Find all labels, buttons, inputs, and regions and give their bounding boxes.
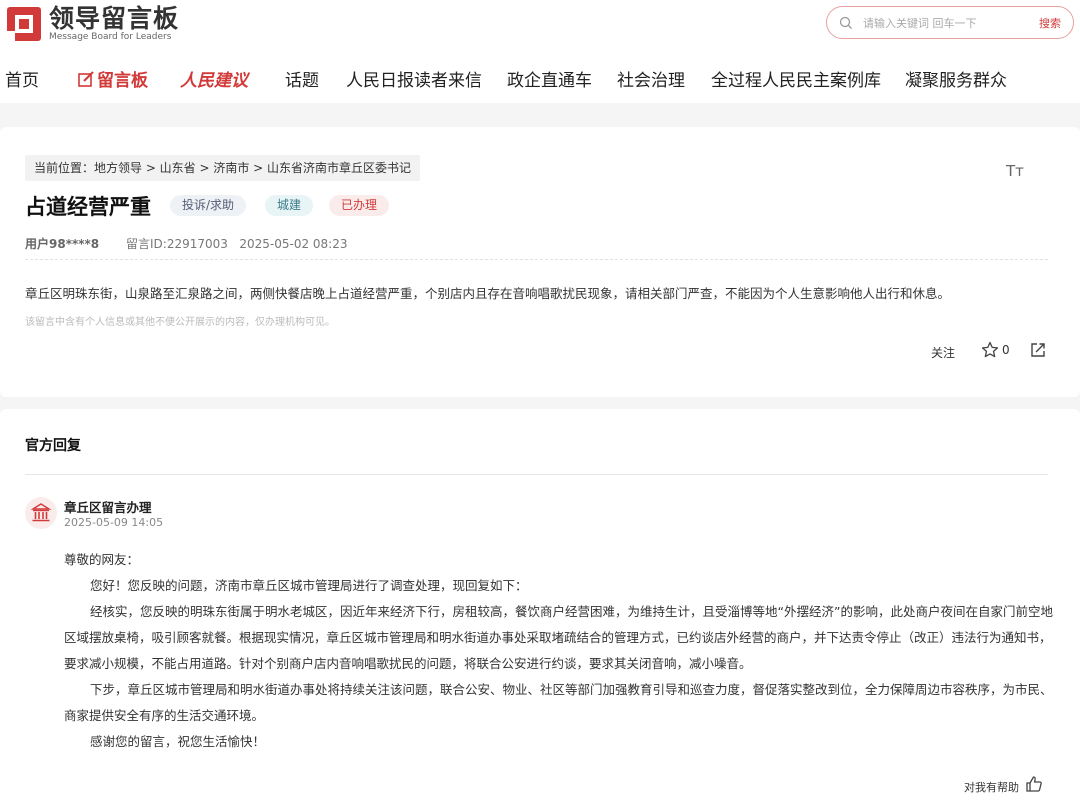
helpful-label[interactable]: 对我有帮助 bbox=[964, 779, 1019, 795]
nav-people-suggestion[interactable]: 人民建议 bbox=[180, 66, 248, 91]
divider bbox=[25, 474, 1048, 475]
avatar bbox=[25, 497, 57, 529]
nav-gov-business[interactable]: 政企直通车 bbox=[507, 66, 592, 91]
star-icon[interactable] bbox=[981, 341, 999, 359]
logo-icon bbox=[7, 7, 41, 41]
nav-readers-letters[interactable]: 人民日报读者来信 bbox=[346, 66, 482, 91]
reply-greeting: 尊敬的网友： bbox=[64, 552, 140, 567]
message-user: 用户98****8 bbox=[25, 237, 100, 251]
nav-home[interactable]: 首页 bbox=[5, 66, 39, 91]
nav-social-governance[interactable]: 社会治理 bbox=[617, 66, 685, 91]
reply-organization: 章丘区留言办理 bbox=[64, 500, 152, 515]
nav-message-board-label: 留言板 bbox=[97, 71, 148, 91]
page-title: 占道经营严重 bbox=[25, 195, 151, 219]
reply-heading: 官方回复 bbox=[25, 438, 81, 454]
government-building-icon bbox=[30, 503, 52, 522]
privacy-notice: 该留言中含有个人信息或其他不便公开展示的内容，仅办理机构可见。 bbox=[25, 317, 335, 328]
site-logo[interactable]: 领导留言板 Message Board for Leaders bbox=[5, 5, 179, 43]
message-content: 章丘区明珠东街，山泉路至汇泉路之间，两侧快餐店晚上占道经营严重，个别店内且存在音… bbox=[25, 286, 951, 301]
font-size-icon[interactable]: Tт bbox=[1006, 162, 1024, 180]
reply-body: 尊敬的网友： 您好！您反映的问题，济南市章丘区城市管理局进行了调查处理，现回复如… bbox=[64, 547, 1054, 755]
domain-tag[interactable]: 城建 bbox=[265, 195, 314, 216]
star-count: 0 bbox=[1002, 343, 1010, 357]
nav-message-board[interactable]: 留言板 bbox=[78, 66, 148, 91]
edit-icon bbox=[78, 71, 94, 87]
main-nav: 首页 留言板 人民建议 话题 人民日报读者来信 政企直通车 社会治理 全过程人民… bbox=[0, 60, 1080, 96]
category-tag[interactable]: 投诉/求助 bbox=[170, 195, 247, 216]
reply-paragraph: 经核实，您反映的明珠东街属于明水老城区，因近年来经济下行，房租较高，餐饮商户经营… bbox=[64, 604, 1053, 671]
logo-title: 领导留言板 bbox=[49, 4, 180, 33]
search-box: 搜索 bbox=[826, 6, 1074, 39]
search-input[interactable] bbox=[863, 13, 1023, 33]
nav-democracy-cases[interactable]: 全过程人民民主案例库 bbox=[711, 66, 881, 91]
breadcrumb[interactable]: 当前位置：地方领导 > 山东省 > 济南市 > 山东省济南市章丘区委书记 bbox=[25, 155, 421, 181]
reply-paragraph: 下步，章丘区城市管理局和明水街道办事处将持续关注该问题，联合公安、物业、社区等部… bbox=[64, 682, 1053, 723]
share-icon[interactable] bbox=[1030, 342, 1046, 358]
message-id-date: 留言ID:22917003 2025-05-02 08:23 bbox=[126, 237, 348, 251]
reply-paragraph: 您好！您反映的问题，济南市章丘区城市管理局进行了调查处理，现回复如下： bbox=[90, 578, 528, 593]
message-card: 当前位置：地方领导 > 山东省 > 济南市 > 山东省济南市章丘区委书记 Tт … bbox=[0, 127, 1080, 397]
thumbs-up-icon[interactable] bbox=[1025, 775, 1043, 793]
search-button[interactable]: 搜索 bbox=[1039, 15, 1061, 31]
official-reply-card: 官方回复 章丘区留言办理 2025-05-09 14:05 尊敬的网友： 您好！… bbox=[0, 409, 1080, 812]
follow-button[interactable]: 关注 bbox=[931, 344, 955, 361]
reply-date: 2025-05-09 14:05 bbox=[64, 516, 164, 529]
nav-serve-masses[interactable]: 凝聚服务群众 bbox=[905, 66, 1007, 91]
site-header: 领导留言板 Message Board for Leaders 搜索 首页 留言… bbox=[0, 0, 1080, 103]
divider bbox=[25, 259, 1048, 260]
nav-topics[interactable]: 话题 bbox=[285, 66, 319, 91]
reply-paragraph: 感谢您的留言，祝您生活愉快！ bbox=[90, 734, 266, 749]
status-badge: 已办理 bbox=[329, 195, 390, 216]
logo-subtitle: Message Board for Leaders bbox=[49, 32, 172, 42]
search-icon bbox=[839, 16, 852, 29]
